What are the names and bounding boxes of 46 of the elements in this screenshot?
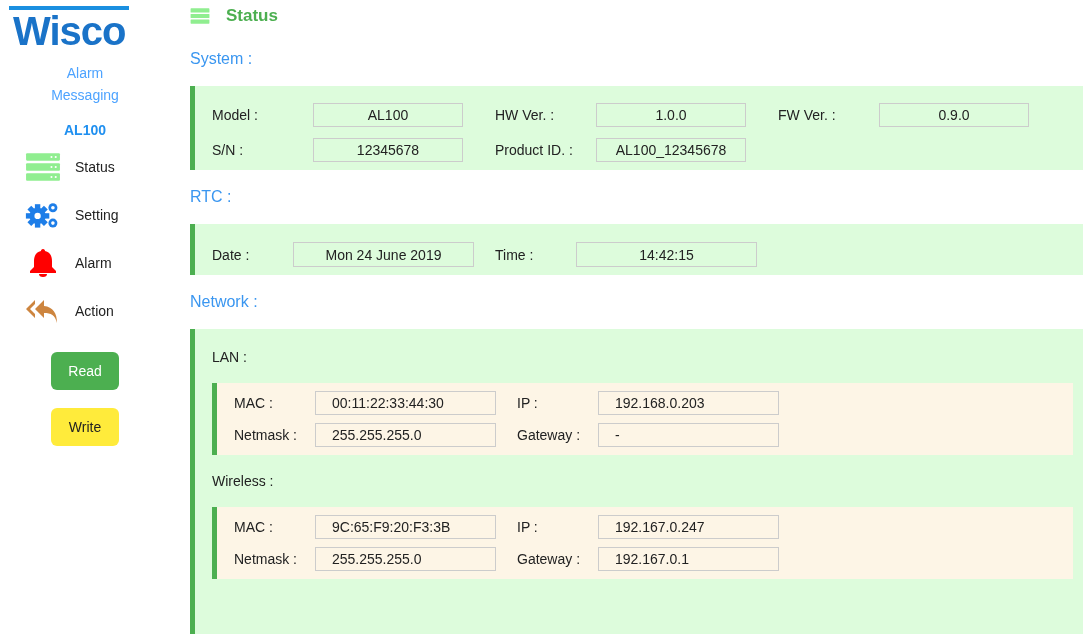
field-label: S/N : <box>212 142 245 158</box>
value-field: 14:42:15 <box>576 242 757 267</box>
field-label: IP : <box>517 395 539 411</box>
nav-item[interactable]: Setting <box>25 198 145 232</box>
group-title: Wireless : <box>212 473 275 489</box>
section-title: System : <box>190 50 254 68</box>
server-icon <box>190 7 210 25</box>
value-field: - <box>598 423 779 447</box>
section-title: RTC : <box>190 188 233 206</box>
write-button[interactable]: Write <box>51 408 119 446</box>
field-label: MAC : <box>234 519 274 535</box>
field-label: Gateway : <box>517 427 582 443</box>
nav-item[interactable]: Alarm <box>25 246 145 280</box>
value-field: AL100 <box>313 103 463 127</box>
field-label: Model : <box>212 107 259 123</box>
page-title: Status <box>226 6 278 26</box>
product-subtitle: Alarm Messaging <box>50 64 120 105</box>
value-field: 9C:65:F9:20:F3:3B <box>315 515 496 539</box>
group-title: LAN : <box>212 349 248 365</box>
server-icon <box>25 152 61 182</box>
section-title: Network : <box>190 293 259 311</box>
value-field: 255.255.255.0 <box>315 547 496 571</box>
field-label: Netmask : <box>234 427 298 443</box>
field-label: IP : <box>517 519 539 535</box>
value-field: 00:11:22:33:44:30 <box>315 391 496 415</box>
value-field: AL100_12345678 <box>596 138 746 162</box>
value-field: Mon 24 June 2019 <box>293 242 474 267</box>
value-field: 192.168.0.203 <box>598 391 779 415</box>
nav-item[interactable]: Action <box>25 294 145 328</box>
value-field: 12345678 <box>313 138 463 162</box>
model-name: AL100 <box>64 122 106 138</box>
field-label: MAC : <box>234 395 274 411</box>
nav-item[interactable]: Status <box>25 150 145 184</box>
field-label: Date : <box>212 246 251 263</box>
value-field: 1.0.0 <box>596 103 746 127</box>
field-label: HW Ver. : <box>495 107 556 123</box>
field-label: Netmask : <box>234 551 298 567</box>
field-label: Time : <box>495 246 535 263</box>
value-field: 255.255.255.0 <box>315 423 496 447</box>
value-field: 192.167.0.247 <box>598 515 779 539</box>
field-label: Product ID. : <box>495 142 574 158</box>
value-field: 0.9.0 <box>879 103 1029 127</box>
logo: Wisco <box>9 6 130 52</box>
value-field: 192.167.0.1 <box>598 547 779 571</box>
field-label: FW Ver. : <box>778 107 837 123</box>
field-label: Gateway : <box>517 551 582 567</box>
